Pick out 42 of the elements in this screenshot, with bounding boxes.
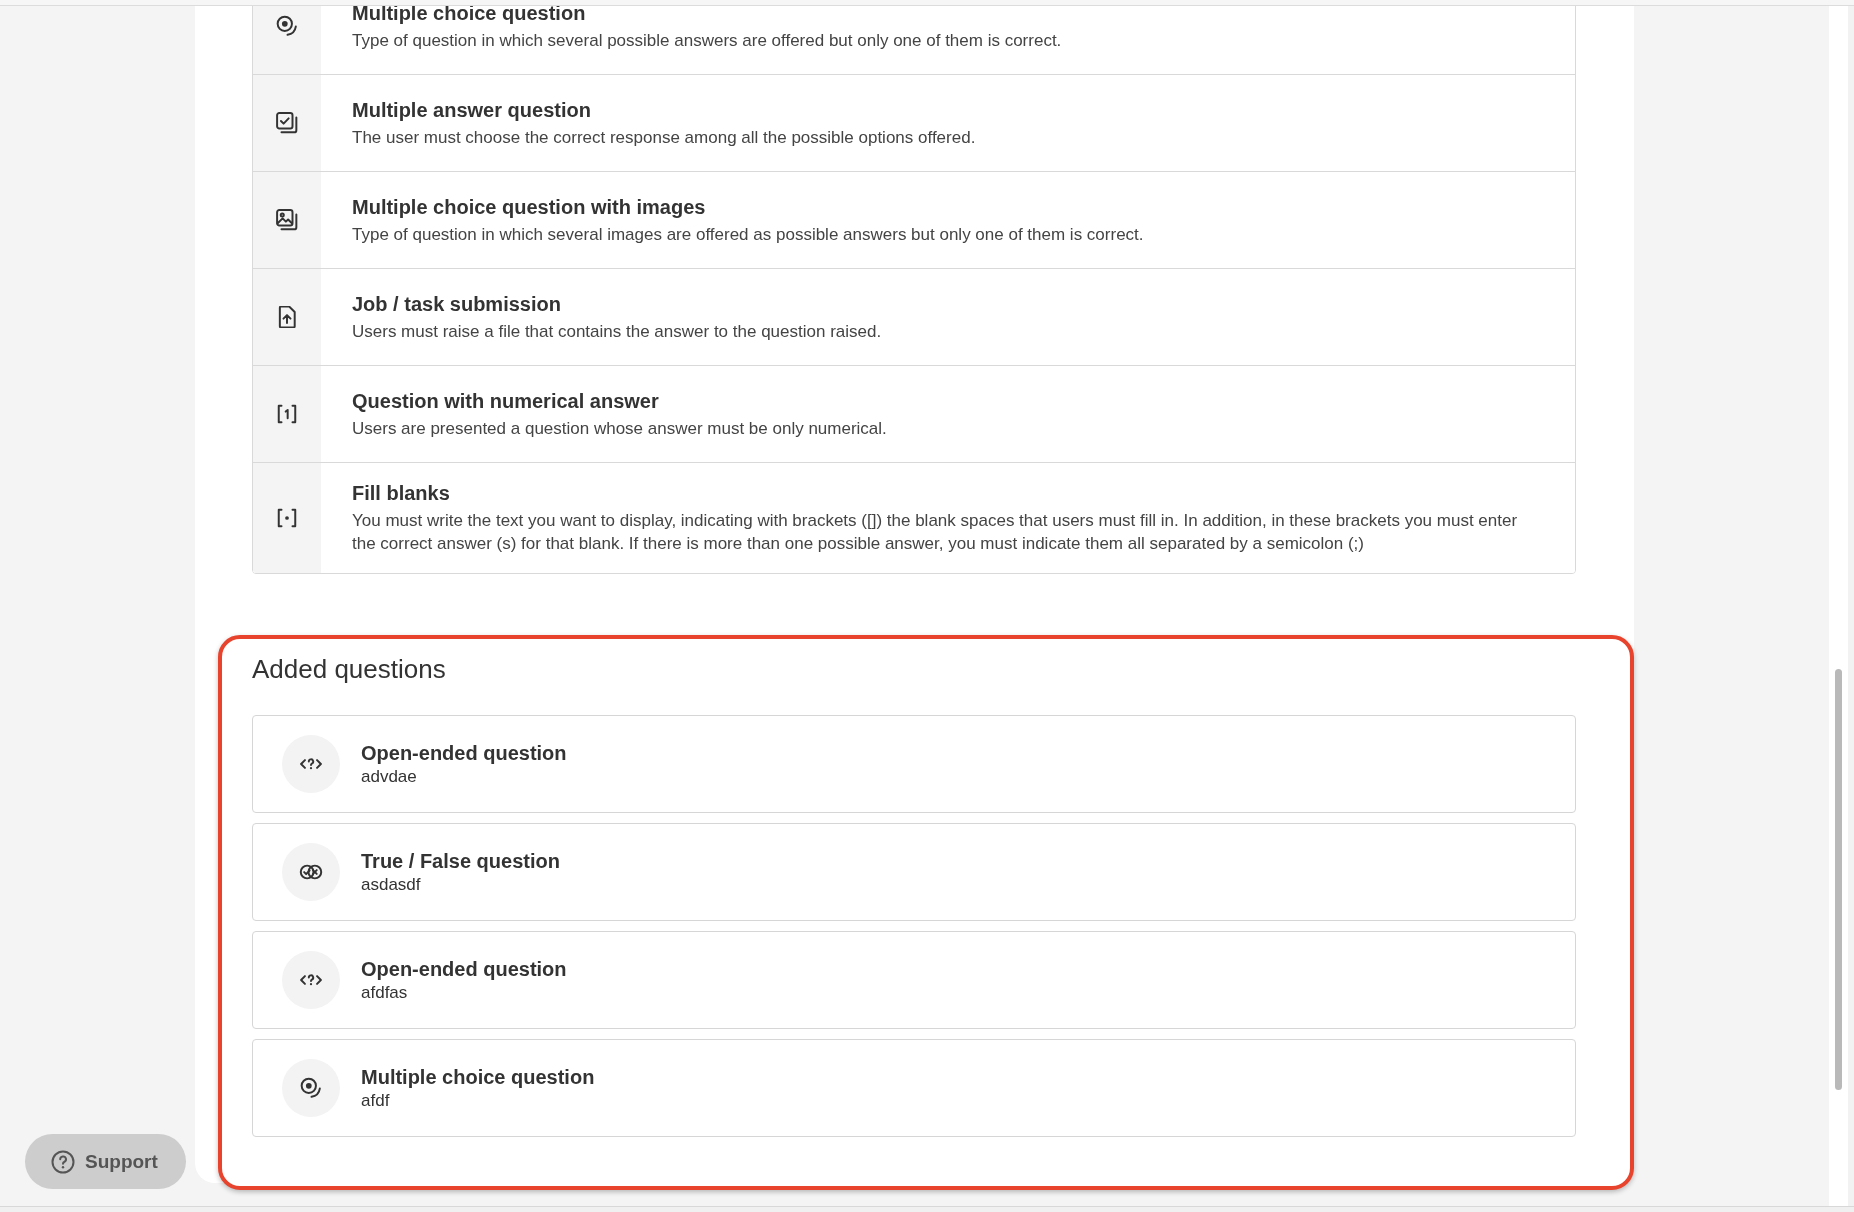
question-type-description: Users must raise a file that contains the answer to the question raised. (352, 320, 883, 343)
help-icon (51, 1149, 75, 1174)
image-icon (276, 209, 298, 231)
question-type-description: You must write the text you want to display, indicating with brackets ([]) the blank spaces that users must fill in. In addition, in these brackets you must enter the correct answer (s) for that blank. If there is more than one possible answer, you must indicate them all separated by a semicolon (;) (352, 510, 1519, 555)
code-question-icon (282, 951, 340, 1009)
added-question-name: afdfas (361, 982, 409, 1004)
radio-button-icon (282, 1059, 340, 1117)
check-cross-icon (282, 843, 340, 901)
section-heading: Added questions (252, 653, 447, 685)
added-question-name: afdf (361, 1090, 391, 1112)
question-type-description: Type of question in which several possible answers are offered but only one of them is correct. (352, 29, 1063, 52)
question-type-title: Job / task submission (352, 291, 562, 316)
question-type-item[interactable]: Multiple answer question The user must choose the correct response among all the possible options offered. (253, 75, 1575, 172)
added-question-card[interactable]: Open-ended question advdae (252, 715, 1576, 813)
added-question-card[interactable]: True / False question asdasdf (252, 823, 1576, 921)
question-type-description: Users are presented a question whose answer must be only numerical. (352, 417, 888, 440)
question-type-description: The user must choose the correct response among all the possible options offered. (352, 126, 977, 149)
question-type-item[interactable] (253, 463, 1575, 573)
bracketed-number-icon (276, 403, 298, 425)
added-question-name: asdasdf (361, 874, 422, 896)
question-type-item[interactable]: Question with numerical answer Users are presented a question whose answer must be only numerical. (253, 366, 1575, 463)
added-question-title: Open-ended question (361, 741, 567, 766)
question-type-item[interactable]: Job / task submission Users must raise a file that contains the answer to the question raised. (253, 269, 1575, 366)
added-question-name: advdae (361, 766, 418, 788)
code-question-icon (282, 735, 340, 793)
added-question-card[interactable]: Open-ended question afdfas (252, 931, 1576, 1029)
question-type-title: Multiple answer question (352, 97, 592, 122)
question-type-title: Fill blanks (352, 481, 451, 505)
support-button[interactable]: Support (25, 1134, 186, 1189)
checkbox-icon (276, 112, 298, 134)
question-type-title: Question with numerical answer (352, 388, 660, 413)
added-question-title: True / False question (361, 849, 560, 874)
added-question-title: Multiple choice question (361, 1065, 595, 1090)
question-type-description: Type of question in which several images are offered as possible answers but only one of them is correct. (352, 223, 1145, 246)
question-type-item[interactable]: Multiple choice question with images Type of question in which several images are offered as possible answers but only one of them is correct. (253, 172, 1575, 269)
file-upload-icon (276, 306, 298, 328)
added-question-title: Open-ended question (361, 957, 567, 982)
bracketed-dot-icon (276, 507, 298, 529)
question-type-title: Multiple choice question with images (352, 194, 707, 219)
scrollbar-thumb[interactable] (1835, 669, 1842, 1090)
added-question-card[interactable]: Multiple choice question afdf (252, 1039, 1576, 1137)
radio-button-icon (276, 15, 298, 37)
